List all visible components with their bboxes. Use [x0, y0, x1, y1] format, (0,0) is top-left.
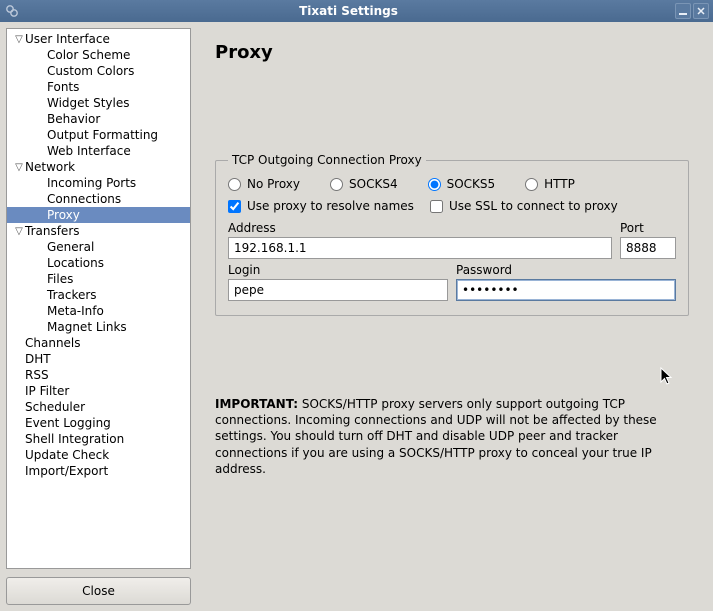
login-label: Login [228, 263, 448, 277]
tree-item-ip-filter[interactable]: IP Filter [7, 383, 190, 399]
tree-item-general[interactable]: General [7, 239, 190, 255]
radio-socks5[interactable]: SOCKS5 [428, 177, 496, 191]
tree-item-trackers[interactable]: Trackers [7, 287, 190, 303]
address-field: Address [228, 221, 612, 259]
tree-item-web-interface[interactable]: Web Interface [7, 143, 190, 159]
minimize-button[interactable] [675, 3, 691, 19]
titlebar: Tixati Settings [0, 0, 713, 22]
login-field: Login [228, 263, 448, 301]
password-input[interactable] [456, 279, 676, 301]
expander-icon[interactable]: ▽ [13, 162, 25, 173]
window-title: Tixati Settings [24, 4, 673, 18]
tree-item-channels[interactable]: Channels [7, 335, 190, 351]
tree-item-event-logging[interactable]: Event Logging [7, 415, 190, 431]
tree-item-user-interface[interactable]: ▽User Interface [7, 31, 190, 47]
check-resolve-names[interactable]: Use proxy to resolve names [228, 199, 414, 213]
app-icon [4, 3, 20, 19]
tree-item-magnet-links[interactable]: Magnet Links [7, 319, 190, 335]
content-pane: Proxy TCP Outgoing Connection Proxy No P… [197, 28, 707, 605]
password-field: Password [456, 263, 676, 301]
tree-item-import-export[interactable]: Import/Export [7, 463, 190, 479]
tree-item-color-scheme[interactable]: Color Scheme [7, 47, 190, 63]
address-label: Address [228, 221, 612, 235]
port-field: Port [620, 221, 676, 259]
password-label: Password [456, 263, 676, 277]
tree-item-transfers[interactable]: ▽Transfers [7, 223, 190, 239]
sidebar: ▽User InterfaceColor SchemeCustom Colors… [6, 28, 191, 605]
port-label: Port [620, 221, 676, 235]
page-title: Proxy [215, 42, 689, 63]
expander-icon[interactable]: ▽ [13, 34, 25, 45]
check-use-ssl[interactable]: Use SSL to connect to proxy [430, 199, 618, 213]
radio-socks4[interactable]: SOCKS4 [330, 177, 398, 191]
expander-icon[interactable]: ▽ [13, 226, 25, 237]
address-input[interactable] [228, 237, 612, 259]
tree-item-dht[interactable]: DHT [7, 351, 190, 367]
tree-item-rss[interactable]: RSS [7, 367, 190, 383]
tree-item-fonts[interactable]: Fonts [7, 79, 190, 95]
important-label: IMPORTANT: [215, 397, 298, 411]
tree-item-proxy[interactable]: Proxy [7, 207, 190, 223]
important-note: IMPORTANT: SOCKS/HTTP proxy servers only… [215, 396, 685, 477]
tree-item-incoming-ports[interactable]: Incoming Ports [7, 175, 190, 191]
proxy-group: TCP Outgoing Connection Proxy No Proxy S… [215, 153, 689, 316]
settings-tree[interactable]: ▽User InterfaceColor SchemeCustom Colors… [6, 28, 191, 569]
close-window-button[interactable] [693, 3, 709, 19]
radio-http[interactable]: HTTP [525, 177, 575, 191]
radio-no-proxy[interactable]: No Proxy [228, 177, 300, 191]
proxy-options-row: Use proxy to resolve names Use SSL to co… [228, 199, 676, 213]
group-legend: TCP Outgoing Connection Proxy [228, 153, 426, 167]
port-input[interactable] [620, 237, 676, 259]
tree-item-custom-colors[interactable]: Custom Colors [7, 63, 190, 79]
tree-item-output-formatting[interactable]: Output Formatting [7, 127, 190, 143]
tree-item-behavior[interactable]: Behavior [7, 111, 190, 127]
proxy-type-row: No Proxy SOCKS4 SOCKS5 HTTP [228, 177, 676, 191]
tree-item-files[interactable]: Files [7, 271, 190, 287]
tree-item-connections[interactable]: Connections [7, 191, 190, 207]
tree-item-meta-info[interactable]: Meta-Info [7, 303, 190, 319]
tree-item-widget-styles[interactable]: Widget Styles [7, 95, 190, 111]
tree-item-scheduler[interactable]: Scheduler [7, 399, 190, 415]
login-input[interactable] [228, 279, 448, 301]
close-button[interactable]: Close [6, 577, 191, 605]
tree-item-update-check[interactable]: Update Check [7, 447, 190, 463]
tree-item-locations[interactable]: Locations [7, 255, 190, 271]
tree-item-shell-integration[interactable]: Shell Integration [7, 431, 190, 447]
tree-item-network[interactable]: ▽Network [7, 159, 190, 175]
